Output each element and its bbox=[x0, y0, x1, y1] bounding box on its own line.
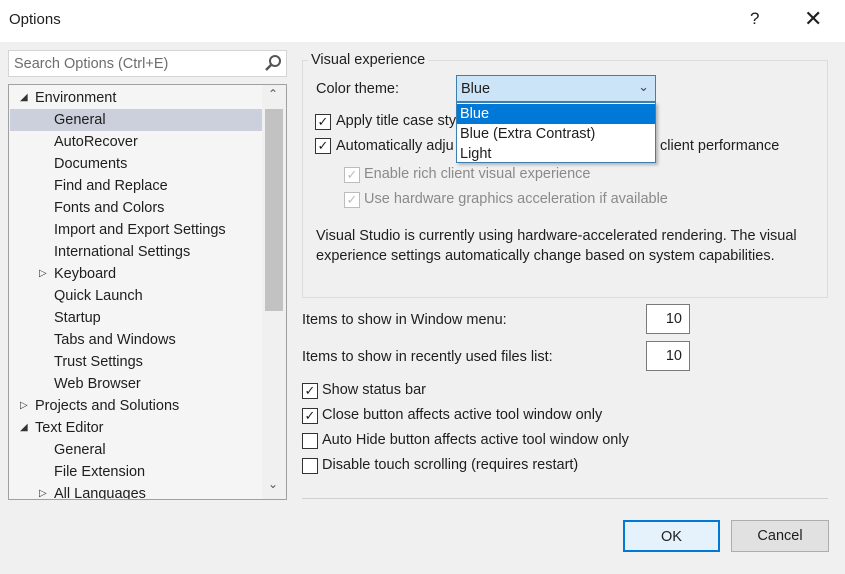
rich-client-label: Enable rich client visual experience bbox=[364, 166, 591, 182]
color-theme-dropdown[interactable]: Blue ⌄ bbox=[456, 75, 656, 102]
color-theme-value: Blue bbox=[461, 81, 491, 97]
tree-scrollbar[interactable]: ⌃ ⌄ bbox=[262, 85, 286, 499]
option-blue[interactable]: Blue bbox=[457, 104, 655, 124]
tree-item[interactable]: Fonts and Colors bbox=[10, 197, 262, 219]
tree-item[interactable]: ◢ Environment bbox=[10, 87, 262, 109]
tree-item-label: Import and Export Settings bbox=[54, 222, 226, 238]
apply-title-case-label: Apply title case sty bbox=[336, 113, 457, 129]
divider bbox=[302, 498, 828, 499]
tree-item[interactable]: ▷ All Languages bbox=[10, 483, 262, 500]
tree-item[interactable]: General bbox=[10, 439, 262, 461]
auto-adjust-label-end: client performance bbox=[660, 138, 780, 154]
tree-item-label: Tabs and Windows bbox=[54, 332, 176, 348]
option-checkbox-label: Show status bar bbox=[322, 382, 426, 398]
tree-item-label: General bbox=[54, 442, 106, 458]
tree-item[interactable]: Trust Settings bbox=[10, 351, 262, 373]
option-light[interactable]: Light bbox=[457, 144, 655, 164]
option-checkbox[interactable] bbox=[302, 458, 318, 474]
title-bar bbox=[0, 0, 845, 42]
option-checkbox[interactable]: ✓ bbox=[302, 408, 318, 424]
recent-files-count-input[interactable]: 10 bbox=[646, 341, 690, 371]
collapsed-arrow-icon[interactable]: ▷ bbox=[39, 263, 47, 285]
tree-item[interactable]: Web Browser bbox=[10, 373, 262, 395]
tree-item[interactable]: Startup bbox=[10, 307, 262, 329]
ok-button[interactable]: OK bbox=[623, 520, 720, 552]
scroll-up-icon[interactable]: ⌃ bbox=[268, 87, 278, 101]
tree-item[interactable]: International Settings bbox=[10, 241, 262, 263]
tree-item[interactable]: ▷ Projects and Solutions bbox=[10, 395, 262, 417]
search-icon[interactable] bbox=[264, 54, 282, 72]
tree-item-label: Fonts and Colors bbox=[54, 200, 165, 216]
color-theme-label: Color theme: bbox=[316, 81, 400, 97]
tree-item-label: General bbox=[54, 112, 106, 128]
tree-item-label: Text Editor bbox=[35, 420, 104, 436]
recent-files-label: Items to show in recently used files lis… bbox=[302, 349, 553, 365]
tree-item[interactable]: Find and Replace bbox=[10, 175, 262, 197]
tree-item[interactable]: Quick Launch bbox=[10, 285, 262, 307]
tree-item[interactable]: General bbox=[10, 109, 262, 131]
collapsed-arrow-icon[interactable]: ▷ bbox=[39, 483, 47, 499]
tree-item-label: Find and Replace bbox=[54, 178, 168, 194]
help-button[interactable]: ? bbox=[750, 9, 759, 29]
tree-item-label: Trust Settings bbox=[54, 354, 143, 370]
tree-item-label: Quick Launch bbox=[54, 288, 143, 304]
tree-item[interactable]: Tabs and Windows bbox=[10, 329, 262, 351]
search-placeholder: Search Options (Ctrl+E) bbox=[14, 56, 169, 72]
window-menu-count-input[interactable]: 10 bbox=[646, 304, 690, 334]
option-checkbox[interactable] bbox=[302, 433, 318, 449]
tree-item-label: AutoRecover bbox=[54, 134, 138, 150]
hw-accel-label: Use hardware graphics acceleration if av… bbox=[364, 191, 668, 207]
group-label: Visual experience bbox=[308, 52, 429, 68]
tree-item-label: Web Browser bbox=[54, 376, 141, 392]
option-blue-extra-contrast[interactable]: Blue (Extra Contrast) bbox=[457, 124, 655, 144]
tree-item-label: International Settings bbox=[54, 244, 191, 260]
collapsed-arrow-icon[interactable]: ▷ bbox=[20, 395, 28, 417]
auto-adjust-checkbox[interactable]: ✓ bbox=[315, 138, 331, 154]
expanded-arrow-icon[interactable]: ◢ bbox=[20, 87, 28, 109]
tree-item[interactable]: AutoRecover bbox=[10, 131, 262, 153]
tree-item[interactable]: ◢ Text Editor bbox=[10, 417, 262, 439]
rich-client-checkbox[interactable]: ✓ bbox=[344, 167, 360, 183]
tree-item[interactable]: Import and Export Settings bbox=[10, 219, 262, 241]
option-checkbox[interactable]: ✓ bbox=[302, 383, 318, 399]
hw-accel-checkbox[interactable]: ✓ bbox=[344, 192, 360, 208]
tree-item-label: Environment bbox=[35, 90, 117, 106]
apply-title-case-checkbox[interactable]: ✓ bbox=[315, 114, 331, 130]
expanded-arrow-icon[interactable]: ◢ bbox=[20, 417, 28, 439]
option-checkbox-label: Disable touch scrolling (requires restar… bbox=[322, 457, 579, 473]
rendering-info: Visual Studio is currently using hardwar… bbox=[316, 228, 797, 264]
chevron-down-icon: ⌄ bbox=[638, 79, 649, 94]
scroll-down-icon[interactable]: ⌄ bbox=[268, 477, 278, 491]
tree-item-label: Projects and Solutions bbox=[35, 398, 180, 414]
window-menu-label: Items to show in Window menu: bbox=[302, 312, 507, 328]
tree-item-label: Documents bbox=[54, 156, 128, 172]
tree-item-label: All Languages bbox=[54, 486, 146, 500]
color-theme-options: Blue Blue (Extra Contrast) Light bbox=[456, 102, 656, 163]
tree-item-label: Startup bbox=[54, 310, 101, 326]
auto-adjust-label: Automatically adju bbox=[336, 138, 454, 154]
scrollbar-thumb[interactable] bbox=[265, 109, 283, 311]
tree-item[interactable]: ▷ Keyboard bbox=[10, 263, 262, 285]
close-button[interactable]: ✕ bbox=[804, 6, 822, 32]
tree-item[interactable]: File Extension bbox=[10, 461, 262, 483]
option-checkbox-label: Close button affects active tool window … bbox=[322, 407, 603, 423]
options-tree[interactable]: ◢ Environment General AutoRecover Documents F… bbox=[8, 84, 287, 500]
search-input[interactable]: Search Options (Ctrl+E) bbox=[8, 50, 287, 77]
tree-item[interactable]: Documents bbox=[10, 153, 262, 175]
tree-item-label: File Extension bbox=[54, 464, 146, 480]
cancel-button[interactable]: Cancel bbox=[731, 520, 829, 552]
option-checkbox-label: Auto Hide button affects active tool win… bbox=[322, 432, 629, 448]
tree-item-label: Keyboard bbox=[54, 266, 117, 282]
window-title: Options bbox=[9, 11, 61, 28]
